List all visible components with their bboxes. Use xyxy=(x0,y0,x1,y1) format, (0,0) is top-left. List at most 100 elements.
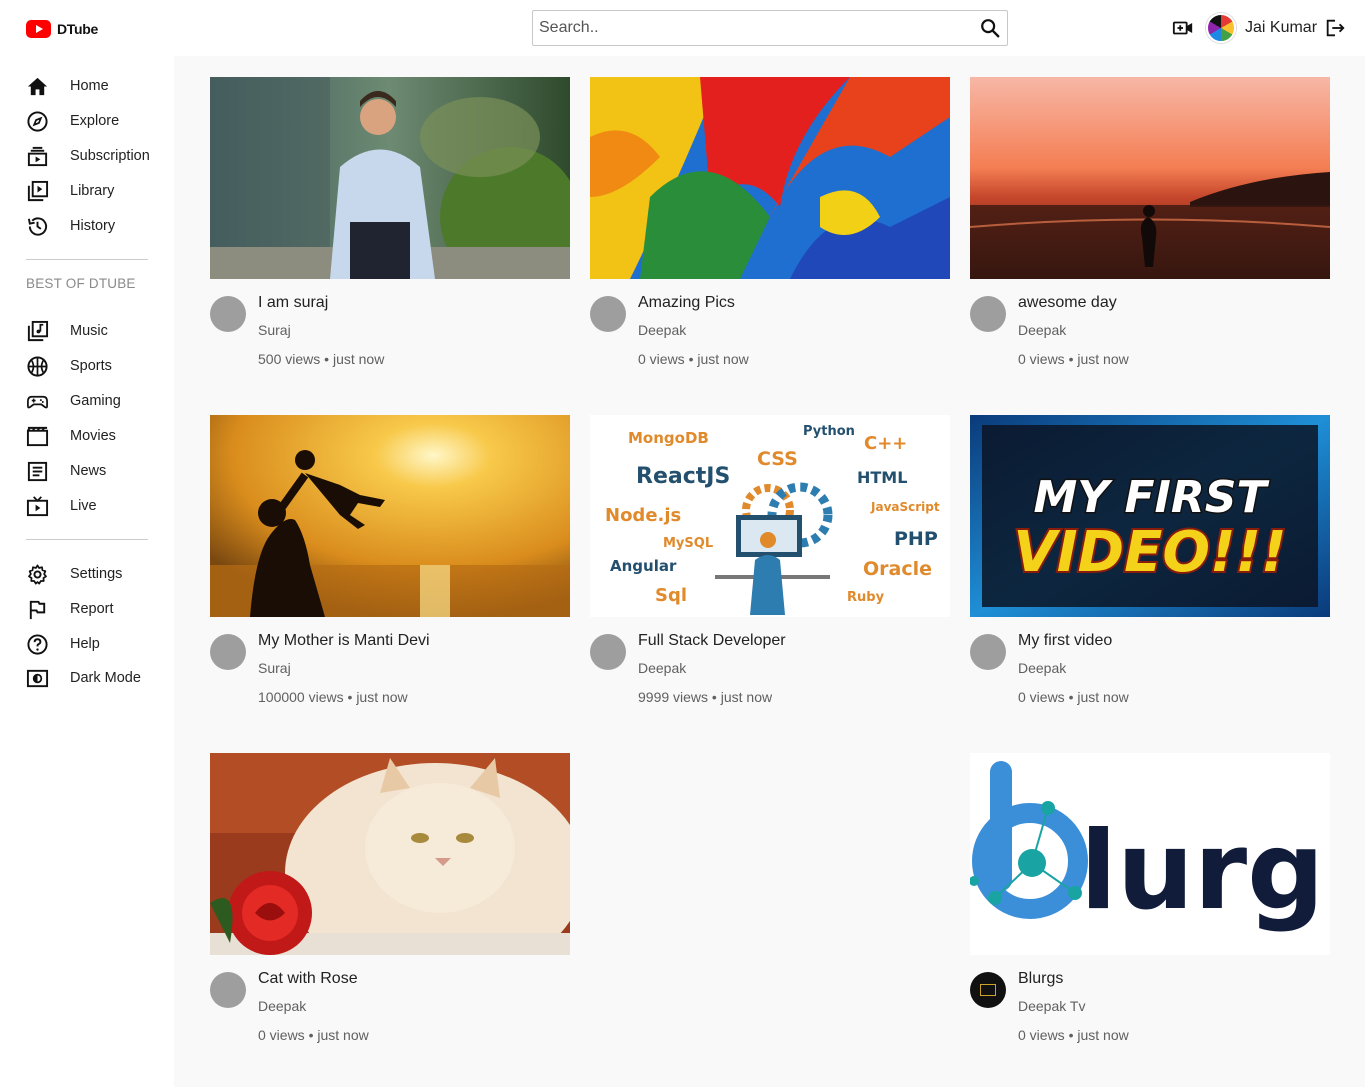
video-card[interactable]: awesome day Deepak 0 views • just now xyxy=(970,77,1330,377)
video-thumbnail[interactable]: lurgs xyxy=(970,753,1330,955)
video-thumbnail[interactable] xyxy=(210,415,570,617)
search-bar xyxy=(532,10,1008,46)
channel-name[interactable]: Deepak xyxy=(258,998,306,1014)
video-meta: 0 views • just now xyxy=(1018,351,1129,367)
sidebar-item-history[interactable]: History xyxy=(26,213,166,239)
video-card[interactable]: MY FIRST VIDEO!!! My first video Deepak … xyxy=(970,415,1330,715)
upload-time: just now xyxy=(332,351,385,367)
banner-line-2: VIDEO!!! xyxy=(1013,520,1286,585)
video-meta: 0 views • just now xyxy=(1018,689,1129,705)
channel-name[interactable]: Deepak xyxy=(1018,660,1066,676)
tech-word: JavaScript xyxy=(870,500,940,514)
upload-time: just now xyxy=(317,1027,369,1043)
movie-icon xyxy=(26,426,49,446)
user-avatar[interactable] xyxy=(1206,13,1236,43)
channel-avatar[interactable] xyxy=(590,296,626,332)
library-icon xyxy=(27,180,49,201)
sidebar-item-movies[interactable]: Movies xyxy=(26,423,166,449)
channel-avatar[interactable] xyxy=(210,972,246,1008)
user-name[interactable]: Jai Kumar xyxy=(1245,19,1317,37)
video-meta: 0 views • just now xyxy=(258,1027,369,1043)
video-thumbnail[interactable]: MongoDB Python C++ CSS ReactJS HTML Java… xyxy=(590,415,950,617)
search-icon[interactable] xyxy=(979,17,1001,39)
channel-avatar[interactable] xyxy=(210,634,246,670)
upload-time: just now xyxy=(356,689,408,705)
channel-avatar[interactable] xyxy=(970,296,1006,332)
video-card[interactable]: lurgs Blurgs Deepak Tv 0 views • just no… xyxy=(970,753,1330,1053)
tech-word: PHP xyxy=(894,528,938,550)
channel-avatar[interactable] xyxy=(590,634,626,670)
search-input[interactable] xyxy=(533,11,973,45)
sidebar-item-gaming[interactable]: Gaming xyxy=(26,388,166,414)
channel-name[interactable]: Deepak Tv xyxy=(1018,998,1085,1014)
sidebar-item-label: Settings xyxy=(70,566,123,582)
video-meta: 500 views • just now xyxy=(258,351,385,367)
video-thumbnail[interactable]: MY FIRST VIDEO!!! xyxy=(970,415,1330,617)
sidebar-item-news[interactable]: News xyxy=(26,458,166,484)
sidebar-item-label: Help xyxy=(70,636,100,652)
channel-avatar[interactable] xyxy=(210,296,246,332)
sidebar-item-label: Gaming xyxy=(70,393,121,409)
sidebar-item-label: Live xyxy=(70,498,97,514)
sidebar-item-help[interactable]: Help xyxy=(26,631,166,657)
video-title[interactable]: My first video xyxy=(1018,632,1112,650)
channel-name[interactable]: Deepak xyxy=(1018,322,1066,338)
tech-word: MySQL xyxy=(663,536,713,551)
video-thumbnail[interactable] xyxy=(970,77,1330,279)
video-thumbnail[interactable] xyxy=(590,77,950,279)
channel-name[interactable]: Suraj xyxy=(258,322,291,338)
video-meta: 100000 views • just now xyxy=(258,689,408,705)
video-title[interactable]: Cat with Rose xyxy=(258,970,358,988)
video-card[interactable]: MongoDB Python C++ CSS ReactJS HTML Java… xyxy=(590,415,950,715)
video-card[interactable]: Amazing Pics Deepak 0 views • just now xyxy=(590,77,950,377)
sidebar-item-subscription[interactable]: Subscription xyxy=(26,143,166,169)
sidebar-item-home[interactable]: Home xyxy=(26,73,166,99)
flag-icon xyxy=(29,600,46,619)
sidebar-item-label: Library xyxy=(70,183,115,199)
video-title[interactable]: awesome day xyxy=(1018,294,1117,312)
channel-name[interactable]: Deepak xyxy=(638,660,686,676)
tech-word: CSS xyxy=(757,448,798,470)
video-thumbnail[interactable] xyxy=(210,77,570,279)
video-card[interactable]: I am suraj Suraj 500 views • just now xyxy=(210,77,570,377)
video-card[interactable]: My Mother is Manti Devi Suraj 100000 vie… xyxy=(210,415,570,715)
news-icon xyxy=(27,461,48,481)
sidebar-item-settings[interactable]: Settings xyxy=(26,561,166,587)
video-title[interactable]: Full Stack Developer xyxy=(638,632,786,650)
compass-icon xyxy=(27,110,48,132)
tech-word: Node.js xyxy=(605,505,681,526)
sidebar-item-explore[interactable]: Explore xyxy=(26,108,166,134)
video-title[interactable]: My Mother is Manti Devi xyxy=(258,632,430,650)
upload-time: just now xyxy=(697,351,749,367)
sidebar-item-report[interactable]: Report xyxy=(26,596,166,622)
channel-name[interactable]: Deepak xyxy=(638,322,686,338)
video-add-icon[interactable] xyxy=(1172,17,1194,39)
app-logo[interactable]: DTube xyxy=(26,20,98,38)
channel-name[interactable]: Suraj xyxy=(258,660,291,676)
live-tv-icon xyxy=(26,495,49,516)
sidebar-item-live[interactable]: Live xyxy=(26,493,166,519)
video-title[interactable]: I am suraj xyxy=(258,294,328,312)
upload-time: just now xyxy=(720,689,773,705)
video-thumbnail[interactable] xyxy=(210,753,570,955)
sidebar-item-sports[interactable]: Sports xyxy=(26,353,166,379)
view-count: 0 views xyxy=(258,1027,305,1043)
history-icon xyxy=(27,216,48,236)
sidebar-item-label: History xyxy=(70,218,116,234)
channel-avatar[interactable] xyxy=(970,972,1006,1008)
logout-icon[interactable] xyxy=(1324,17,1346,39)
tech-word: Angular xyxy=(610,557,677,575)
channel-avatar[interactable] xyxy=(970,634,1006,670)
tech-word: Sql xyxy=(655,585,687,606)
upload-time: just now xyxy=(1077,351,1129,367)
sidebar-item-library[interactable]: Library xyxy=(26,178,166,204)
video-title[interactable]: Blurgs xyxy=(1018,970,1063,988)
view-count: 0 views xyxy=(638,351,685,367)
video-title[interactable]: Amazing Pics xyxy=(638,294,735,312)
video-card[interactable]: Cat with Rose Deepak 0 views • just now xyxy=(210,753,570,1053)
view-count: 0 views xyxy=(1018,689,1065,705)
sidebar-item-dark-mode[interactable]: Dark Mode xyxy=(26,665,166,691)
sidebar-item-label: Explore xyxy=(70,113,120,129)
sidebar-item-music[interactable]: Music xyxy=(26,318,166,344)
upload-time: just now xyxy=(1077,1027,1129,1043)
